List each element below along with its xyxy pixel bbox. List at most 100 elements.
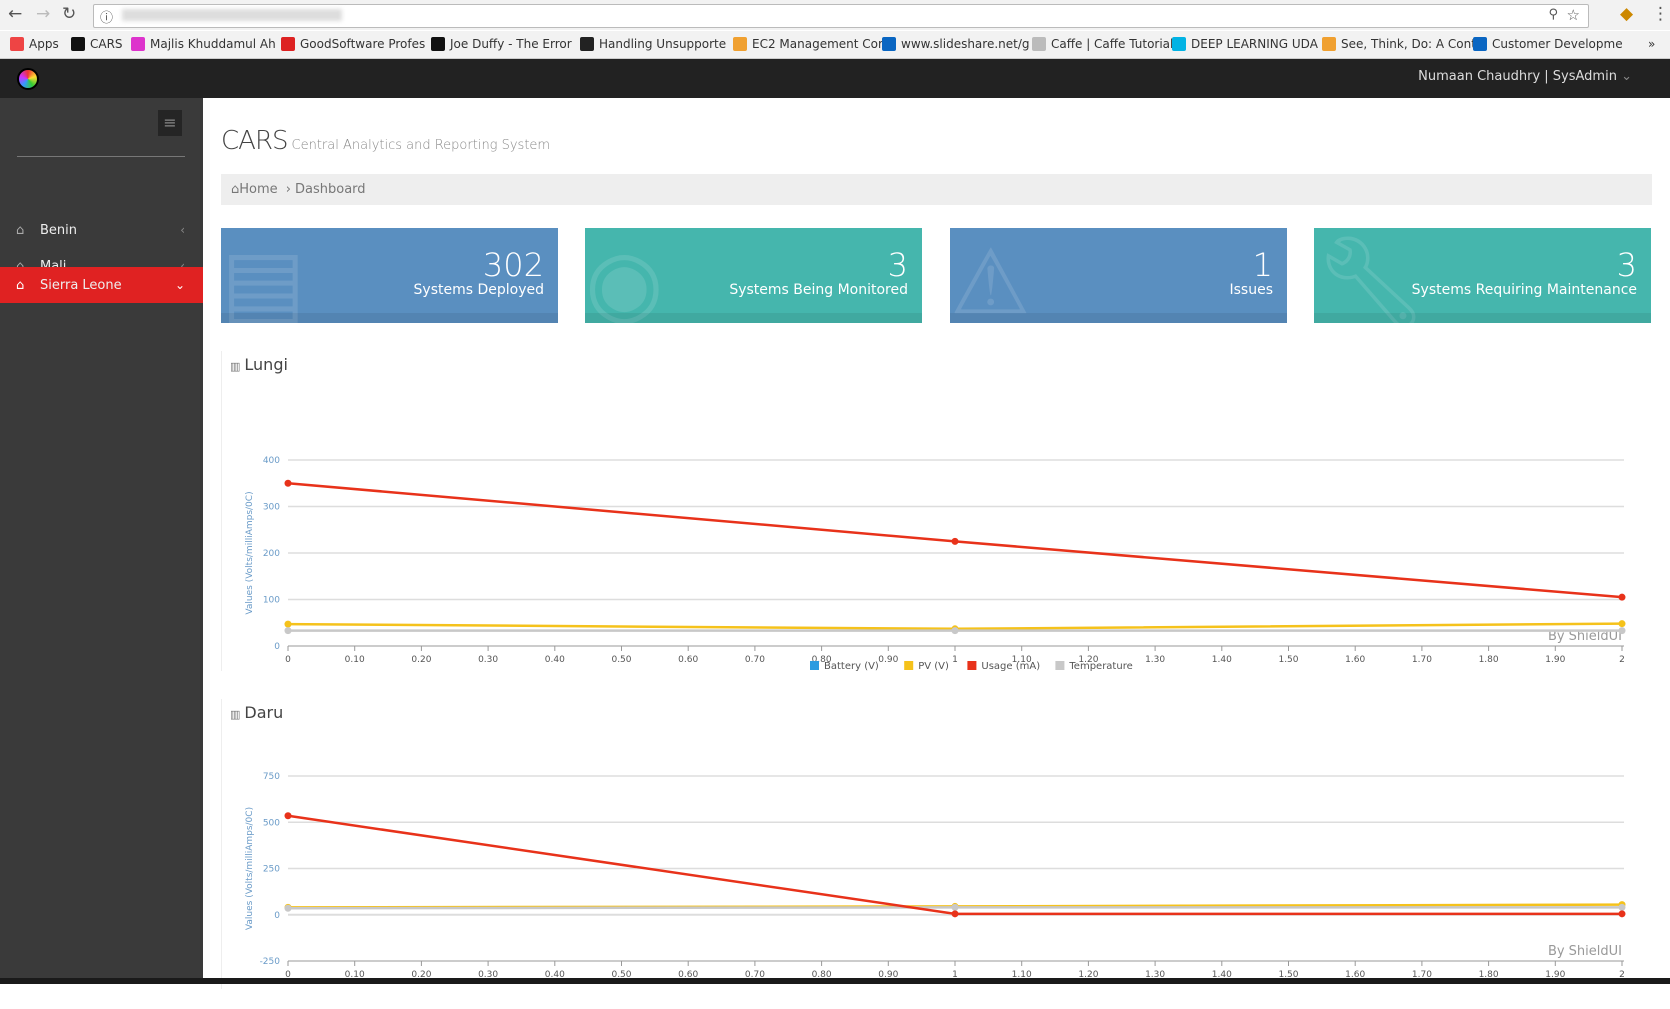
extension-icon[interactable]: ◆	[1620, 4, 1633, 24]
data-point	[284, 479, 292, 487]
menu-icon[interactable]: ⋮	[1652, 4, 1669, 24]
bookmark-label: Handling Unsupporte	[599, 37, 727, 51]
x-tick-label: 0.50	[611, 655, 631, 665]
page-title-text: CARS	[221, 126, 289, 156]
reload-icon[interactable]: ↻	[62, 4, 76, 24]
x-tick-label: 1.60	[1345, 655, 1365, 665]
legend-swatch	[967, 661, 977, 670]
bookmark-label: Joe Duffy - The Error	[450, 37, 572, 51]
x-tick-label: 0	[285, 655, 291, 665]
chart-panel-daru: ▥ Daru -250 0 250 500 750 0 0.10 0.20 0.30 0.40 0.5…	[221, 699, 1652, 989]
data-point	[1618, 910, 1626, 918]
star-icon[interactable]: ☆	[1567, 6, 1580, 24]
legend-swatch	[904, 661, 914, 670]
x-tick-label: 1.90	[1545, 655, 1565, 665]
x-tick-label: 0.90	[878, 655, 898, 665]
card-issues[interactable]: ⚠ 1 Issues	[950, 228, 1287, 323]
sidebar-item-label: Benin	[40, 222, 78, 238]
browser-toolbar: ← → ↻ ⓘ ⚲ ☆ ◆ ⋮	[0, 0, 1670, 30]
x-tick-label: 0.30	[478, 655, 498, 665]
warning-icon: ⚠	[950, 230, 1031, 324]
sidebar: ≡ ⌂ Benin ‹ ⌂ Mali ‹ ⌂ Sierra Leone ⌄	[0, 98, 203, 984]
page-title: CARS Central Analytics and Reporting Syst…	[221, 126, 550, 156]
data-point	[1618, 627, 1626, 635]
bookmark[interactable]: EC2 Management Cor	[733, 37, 883, 51]
sidebar-item-benin[interactable]: ⌂ Benin ‹	[0, 212, 203, 248]
bookmark-label: EC2 Management Cor	[752, 37, 883, 51]
sidebar-item-label: Sierra Leone	[40, 277, 122, 293]
breadcrumb-home-link[interactable]: Home	[239, 182, 277, 197]
bookmark-icon	[131, 37, 145, 51]
bookmark[interactable]: CARS	[71, 37, 123, 51]
card-maintenance[interactable]: 🔧︎ 3 Systems Requiring Maintenance	[1314, 228, 1651, 323]
data-point	[951, 910, 959, 918]
y-tick-label: 0	[274, 642, 280, 652]
x-tick-label: 1.80	[1479, 655, 1499, 665]
bookmark[interactable]: Apps	[10, 37, 59, 51]
breadcrumb-current: Dashboard	[295, 182, 366, 197]
bookmark[interactable]: GoodSoftware Profes	[281, 37, 425, 51]
data-point	[284, 627, 292, 635]
bookmark[interactable]: www.slideshare.net/g	[882, 37, 1030, 51]
card-systems-monitored[interactable]: ◉ 3 Systems Being Monitored	[585, 228, 922, 323]
x-tick-label: 0.20	[411, 655, 431, 665]
bookmark-label: See, Think, Do: A Cont	[1341, 37, 1476, 51]
user-name: Numaan Chaudhry | SysAdmin	[1418, 69, 1617, 84]
bookmark[interactable]: See, Think, Do: A Cont	[1322, 37, 1476, 51]
chevron-down-icon: ⌄	[1621, 69, 1632, 84]
y-tick-label: 100	[263, 596, 280, 606]
x-tick-label: 0.70	[745, 655, 765, 665]
bookmark[interactable]: Joe Duffy - The Error	[431, 37, 572, 51]
chart-panel-lungi: ▥ Lungi 0 100 200 300 400 0 0.10 0.20 0.30 0.40 0.5…	[221, 351, 1652, 671]
legend-label: Battery (V)	[824, 661, 879, 671]
page-subtitle: Central Analytics and Reporting System	[291, 138, 551, 153]
bookmark-icon	[1032, 37, 1046, 51]
bookmark[interactable]: Customer Developme	[1473, 37, 1623, 51]
sidebar-item-sierra-leone[interactable]: ⌂ Sierra Leone ⌄	[0, 267, 203, 303]
chevron-right-icon: ›	[285, 182, 291, 197]
eye-icon: ◉	[585, 230, 664, 324]
series-line	[287, 814, 1622, 916]
bookmark-label: Caffe | Caffe Tutorial	[1051, 37, 1174, 51]
bookmark[interactable]: Caffe | Caffe Tutorial	[1032, 37, 1173, 51]
more-bookmarks-button[interactable]: »	[1648, 37, 1655, 51]
bookmark-icon	[580, 37, 594, 51]
zoom-icon[interactable]: ⚲	[1548, 7, 1558, 22]
taskbar	[0, 978, 1670, 984]
bookmark[interactable]: Majlis Khuddamul Ah	[131, 37, 276, 51]
data-point	[951, 627, 959, 635]
y-axis-label: Values (Volts/milliAmps/0C)	[245, 807, 255, 930]
y-tick-label: 300	[263, 503, 280, 513]
chart-lungi: 0 100 200 300 400 0 0.10 0.20 0.30 0.40 0.50 0.60 0.…	[245, 456, 1626, 671]
logo[interactable]	[17, 68, 39, 90]
card-systems-deployed[interactable]: ▤ 302 Systems Deployed	[221, 228, 558, 323]
data-point	[284, 812, 292, 820]
y-tick-label: 750	[263, 772, 280, 782]
sidebar-toggle-button[interactable]: ≡	[158, 110, 182, 136]
bookmark-icon	[1172, 37, 1186, 51]
bookmark-label: GoodSoftware Profes	[300, 37, 426, 51]
user-menu[interactable]: Numaan Chaudhry | SysAdmin ⌄	[1418, 69, 1632, 84]
back-icon[interactable]: ←	[8, 4, 22, 24]
bookmark-icon	[71, 37, 85, 51]
y-tick-label: 200	[263, 549, 280, 559]
data-point	[284, 620, 292, 628]
wrench-icon: 🔧︎	[1314, 230, 1429, 324]
bookmark-label: DEEP LEARNING UDA	[1191, 37, 1318, 51]
data-point	[284, 904, 292, 912]
forward-icon[interactable]: →	[36, 4, 50, 24]
legend-label: Temperature	[1068, 661, 1132, 671]
home-icon: ⌂	[16, 277, 25, 293]
bookmark-icon	[1322, 37, 1336, 51]
bookmark[interactable]: DEEP LEARNING UDA	[1172, 37, 1318, 51]
x-tick-label: 1.70	[1412, 655, 1432, 665]
x-tick-label: 1.30	[1145, 655, 1165, 665]
x-tick-label: 0.10	[345, 655, 365, 665]
y-tick-label: -250	[260, 957, 281, 967]
chevron-left-icon: ‹	[180, 223, 185, 237]
x-tick-label: 0.60	[678, 655, 698, 665]
address-bar[interactable]: ⓘ ⚲ ☆	[93, 4, 1589, 28]
bookmark[interactable]: Handling Unsupporte	[580, 37, 726, 51]
data-point	[1618, 903, 1626, 911]
bookmark-icon	[1473, 37, 1487, 51]
